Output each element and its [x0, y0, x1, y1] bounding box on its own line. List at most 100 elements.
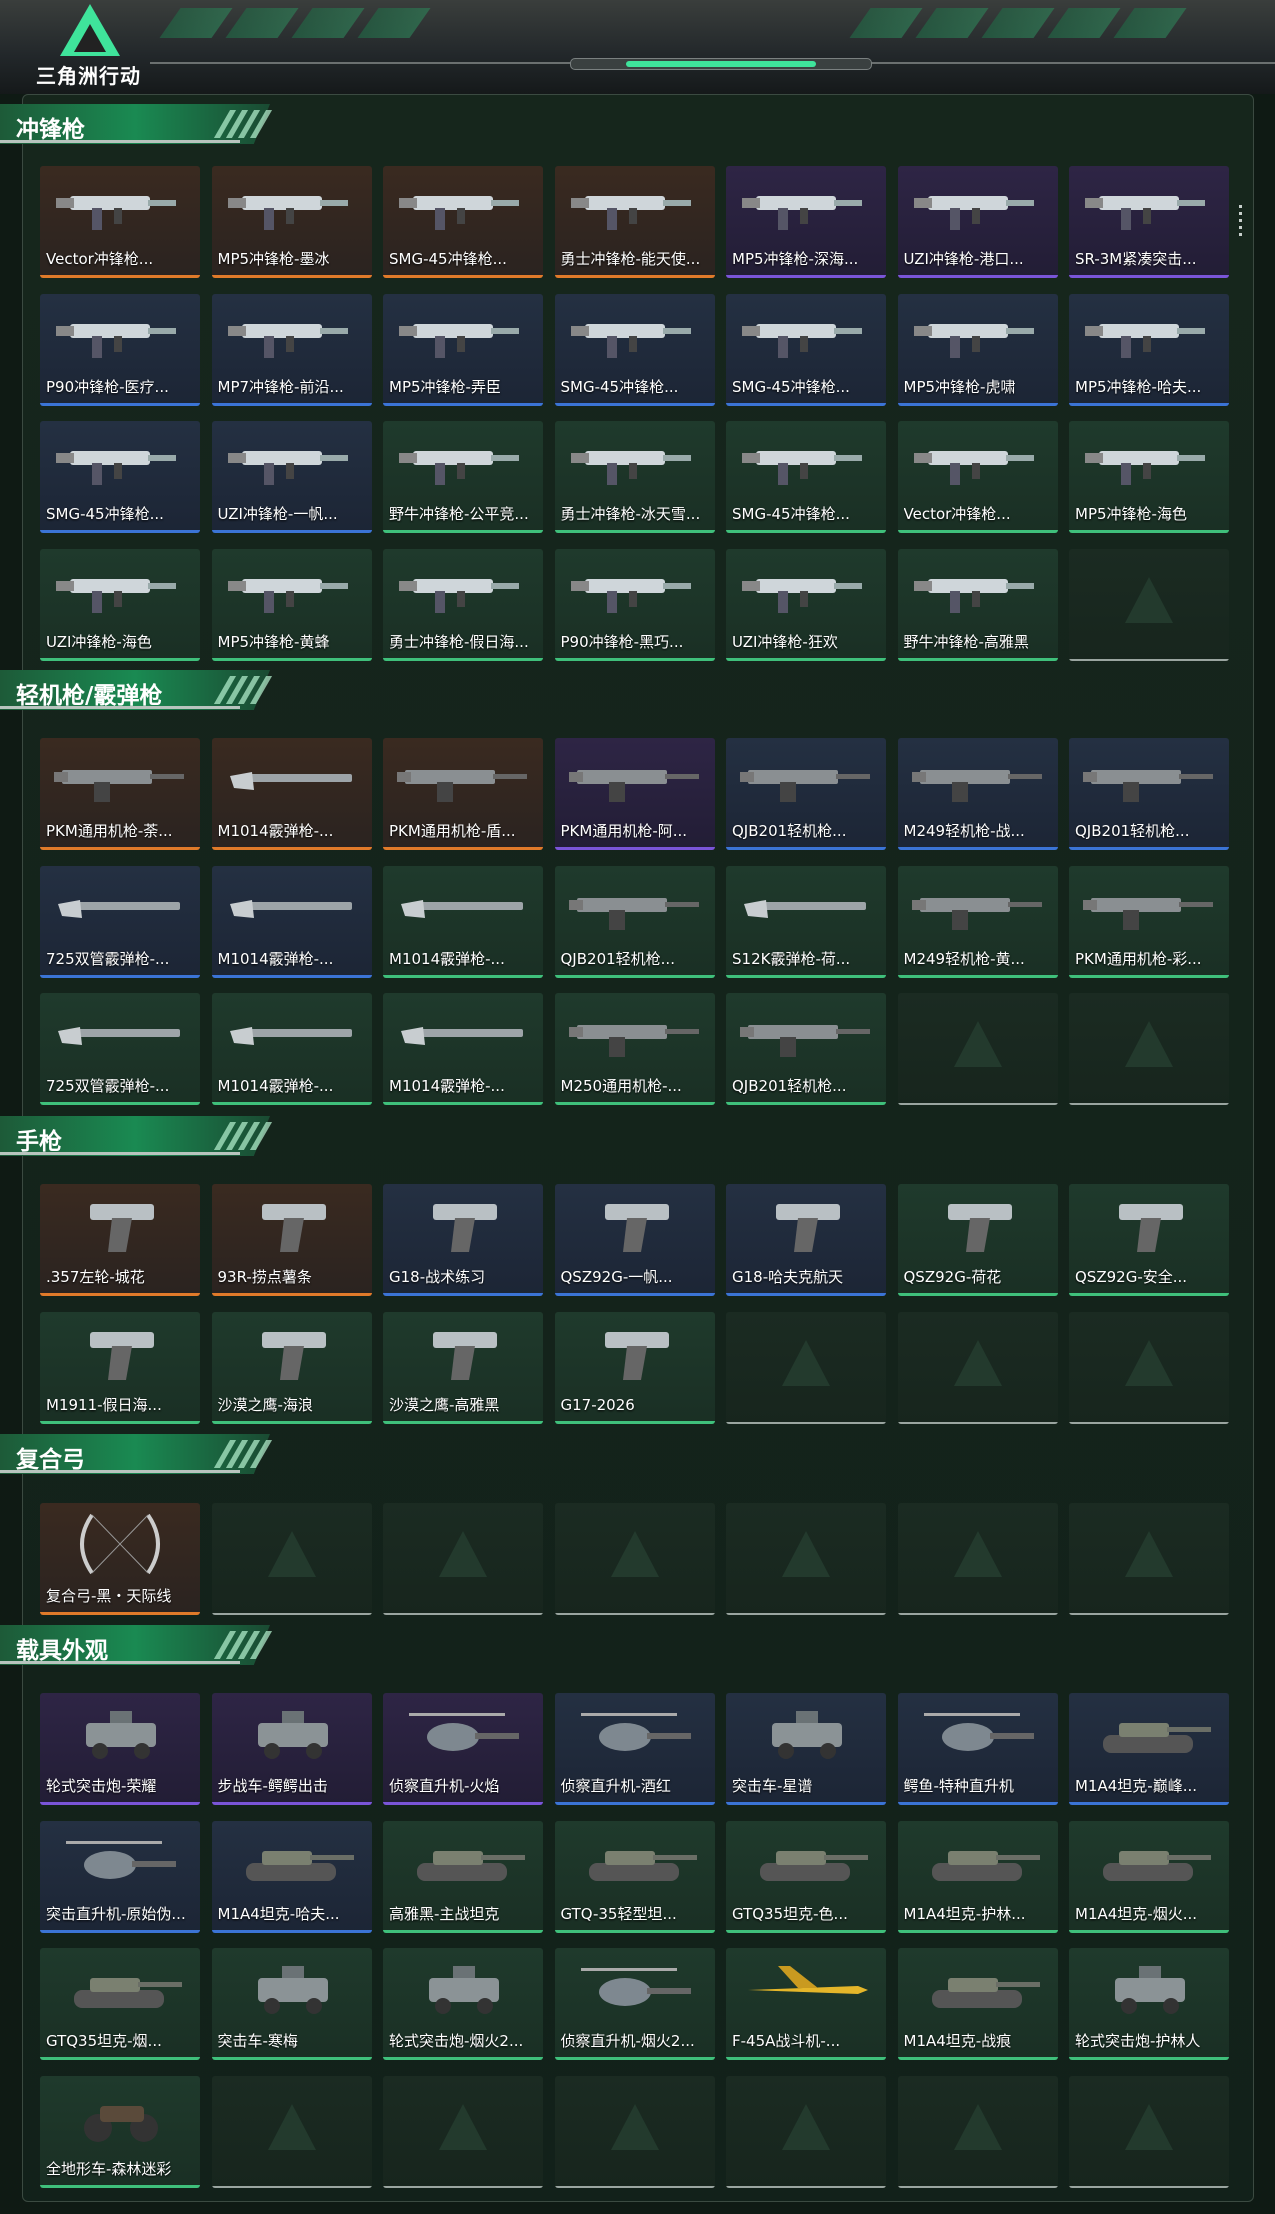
skin-card[interactable]: G17-2026	[554, 1311, 715, 1424]
skin-card[interactable]: 突击直升机-原始伪...	[40, 1820, 200, 1933]
section-title-text: 冲锋枪	[16, 117, 85, 143]
skin-card[interactable]: GTQ35坦克-烟...	[40, 1948, 200, 2060]
scrollbar-handle[interactable]	[1239, 205, 1243, 240]
skin-label: 突击车-寒梅	[217, 2032, 298, 2050]
empty-slot	[897, 993, 1058, 1105]
skin-card[interactable]: SMG-45冲锋枪...	[40, 421, 200, 533]
skin-card[interactable]: Vector冲锋枪...	[40, 166, 200, 278]
empty-slot	[1069, 1503, 1229, 1615]
skin-card[interactable]: QJB201轻机枪...	[726, 993, 886, 1105]
skin-card[interactable]: M1A4坦克-战痕	[897, 1948, 1058, 2060]
skin-card[interactable]: 高雅黑-主战坦克	[383, 1820, 543, 1933]
skin-card[interactable]: S12K霰弹枪-荷...	[726, 865, 886, 978]
skin-card[interactable]: G18-哈夫克航天	[726, 1184, 886, 1296]
skin-card[interactable]: M1A4坦克-巅峰...	[1069, 1693, 1229, 1805]
skin-card[interactable]: MP7冲锋枪-前沿...	[211, 293, 372, 406]
skin-card[interactable]: 侦察直升机-火焰	[383, 1693, 543, 1805]
skin-card[interactable]: 勇士冲锋枪-能天使...	[554, 166, 715, 278]
skin-card[interactable]: M1014霰弹枪-...	[383, 865, 543, 978]
skin-card[interactable]: MP5冲锋枪-深海...	[726, 166, 886, 278]
skin-card[interactable]: 勇士冲锋枪-假日海...	[383, 548, 543, 661]
rarity-bar	[383, 2057, 543, 2060]
empty-slot	[1069, 2075, 1229, 2188]
skin-card[interactable]: MP5冲锋枪-虎啸	[897, 293, 1058, 406]
skin-card[interactable]: 沙漠之鹰-高雅黑	[383, 1311, 543, 1424]
skin-card[interactable]: QSZ92G-一帆...	[554, 1184, 715, 1296]
skin-card[interactable]: UZI冲锋枪-海色	[40, 548, 200, 661]
rarity-bar	[554, 657, 715, 661]
skin-card[interactable]: MP5冲锋枪-黄蜂	[211, 548, 372, 661]
skin-card[interactable]: M1911-假日海...	[40, 1311, 200, 1424]
skin-card[interactable]: SMG-45冲锋枪...	[383, 166, 543, 278]
skin-card[interactable]: QSZ92G-荷花	[897, 1184, 1058, 1296]
skin-label: .357左轮-城花	[46, 1268, 145, 1286]
skin-card[interactable]: .357左轮-城花	[40, 1184, 200, 1296]
shotgun-icon	[52, 874, 188, 940]
skin-card[interactable]: 93R-捞点薯条	[211, 1184, 372, 1296]
smg-icon	[1081, 429, 1217, 495]
skin-card[interactable]: M1014霰弹枪-...	[211, 865, 372, 978]
skin-label: 突击车-星谱	[732, 1777, 813, 1795]
skin-card[interactable]: QJB201轻机枪...	[726, 738, 886, 850]
skin-card[interactable]: M1A4坦克-烟火...	[1069, 1820, 1229, 1933]
skin-card[interactable]: 轮式突击炮-荣耀	[40, 1693, 200, 1805]
skin-card[interactable]: M1014霰弹枪-...	[383, 993, 543, 1105]
skin-card[interactable]: M1014霰弹枪-...	[211, 993, 372, 1105]
skin-card[interactable]: 勇士冲锋枪-冰天雪...	[554, 421, 715, 533]
skin-label: M1A4坦克-战痕	[903, 2032, 1012, 2050]
skin-card[interactable]: M1014霰弹枪-...	[211, 738, 372, 850]
skin-card[interactable]: MP5冲锋枪-墨冰	[211, 166, 372, 278]
skin-card[interactable]: P90冲锋枪-黑巧...	[554, 548, 715, 661]
skin-label: 鳄鱼-特种直升机	[903, 1777, 1014, 1795]
skin-card[interactable]: 复合弓-黑・天际线	[40, 1503, 200, 1615]
skin-card[interactable]: M1A4坦克-哈夫...	[211, 1820, 372, 1933]
skin-card[interactable]: PKM通用机枪-荼...	[40, 738, 200, 850]
skin-card[interactable]: G18-战术练习	[383, 1184, 543, 1296]
skin-card[interactable]: 725双管霰弹枪-...	[40, 993, 200, 1105]
skin-card[interactable]: 鳄鱼-特种直升机	[897, 1693, 1058, 1805]
skin-card[interactable]: 突击车-星谱	[726, 1693, 886, 1805]
skin-card[interactable]: P90冲锋枪-医疗...	[40, 293, 200, 406]
skin-card[interactable]: M249轻机枪-战...	[897, 738, 1058, 850]
skin-card[interactable]: 725双管霰弹枪-...	[40, 865, 200, 978]
skin-card[interactable]: 沙漠之鹰-海浪	[211, 1311, 372, 1424]
skin-card[interactable]: 野牛冲锋枪-公平竞...	[383, 421, 543, 533]
skin-card[interactable]: QJB201轻机枪...	[554, 865, 715, 978]
skin-card[interactable]: SMG-45冲锋枪...	[726, 293, 886, 406]
skin-card[interactable]: UZI冲锋枪-狂欢	[726, 548, 886, 661]
section-title-1: 轻机枪/霰弹枪	[0, 670, 278, 712]
skin-card[interactable]: 野牛冲锋枪-高雅黑	[897, 548, 1058, 661]
skin-label: UZI冲锋枪-一帆...	[217, 505, 338, 523]
skin-card[interactable]: M1A4坦克-护林...	[897, 1820, 1058, 1933]
skin-card[interactable]: MP5冲锋枪-弄臣	[383, 293, 543, 406]
rarity-bar	[211, 1102, 372, 1105]
pistol-icon	[52, 1192, 188, 1258]
skin-card[interactable]: Vector冲锋枪...	[897, 421, 1058, 533]
skin-card[interactable]: 侦察直升机-烟火2...	[554, 1948, 715, 2060]
skin-card[interactable]: 轮式突击炮-烟火2...	[383, 1948, 543, 2060]
skin-card[interactable]: 侦察直升机-酒红	[554, 1693, 715, 1805]
skin-card[interactable]: GTQ35坦克-色...	[726, 1820, 886, 1933]
skin-card[interactable]: UZI冲锋枪-一帆...	[211, 421, 372, 533]
skin-card[interactable]: PKM通用机枪-阿...	[554, 738, 715, 850]
skin-card[interactable]: GTQ-35轻型坦...	[554, 1820, 715, 1933]
skin-card[interactable]: M249轻机枪-黄...	[897, 865, 1058, 978]
skin-card[interactable]: PKM通用机枪-彩...	[1069, 865, 1229, 978]
skin-card[interactable]: UZI冲锋枪-港口...	[897, 166, 1058, 278]
skin-card[interactable]: SR-3M紧凑突击...	[1069, 166, 1229, 278]
skin-card[interactable]: SMG-45冲锋枪...	[726, 421, 886, 533]
skin-card[interactable]: M250通用机枪-...	[554, 993, 715, 1105]
skin-card[interactable]: MP5冲锋枪-海色	[1069, 421, 1229, 533]
skin-card[interactable]: 轮式突击炮-护林人	[1069, 1948, 1229, 2060]
skin-card[interactable]: QJB201轻机枪...	[1069, 738, 1229, 850]
helicopter-icon	[567, 1956, 703, 2022]
skin-card[interactable]: MP5冲锋枪-哈夫...	[1069, 293, 1229, 406]
shotgun-icon	[738, 874, 874, 940]
skin-card[interactable]: QSZ92G-安全...	[1069, 1184, 1229, 1296]
skin-card[interactable]: 全地形车-森林迷彩	[40, 2075, 200, 2188]
skin-card[interactable]: SMG-45冲锋枪...	[554, 293, 715, 406]
skin-card[interactable]: 突击车-寒梅	[211, 1948, 372, 2060]
skin-card[interactable]: F-45A战斗机-...	[726, 1948, 886, 2060]
skin-card[interactable]: PKM通用机枪-盾...	[383, 738, 543, 850]
skin-card[interactable]: 步战车-鳄鳄出击	[211, 1693, 372, 1805]
